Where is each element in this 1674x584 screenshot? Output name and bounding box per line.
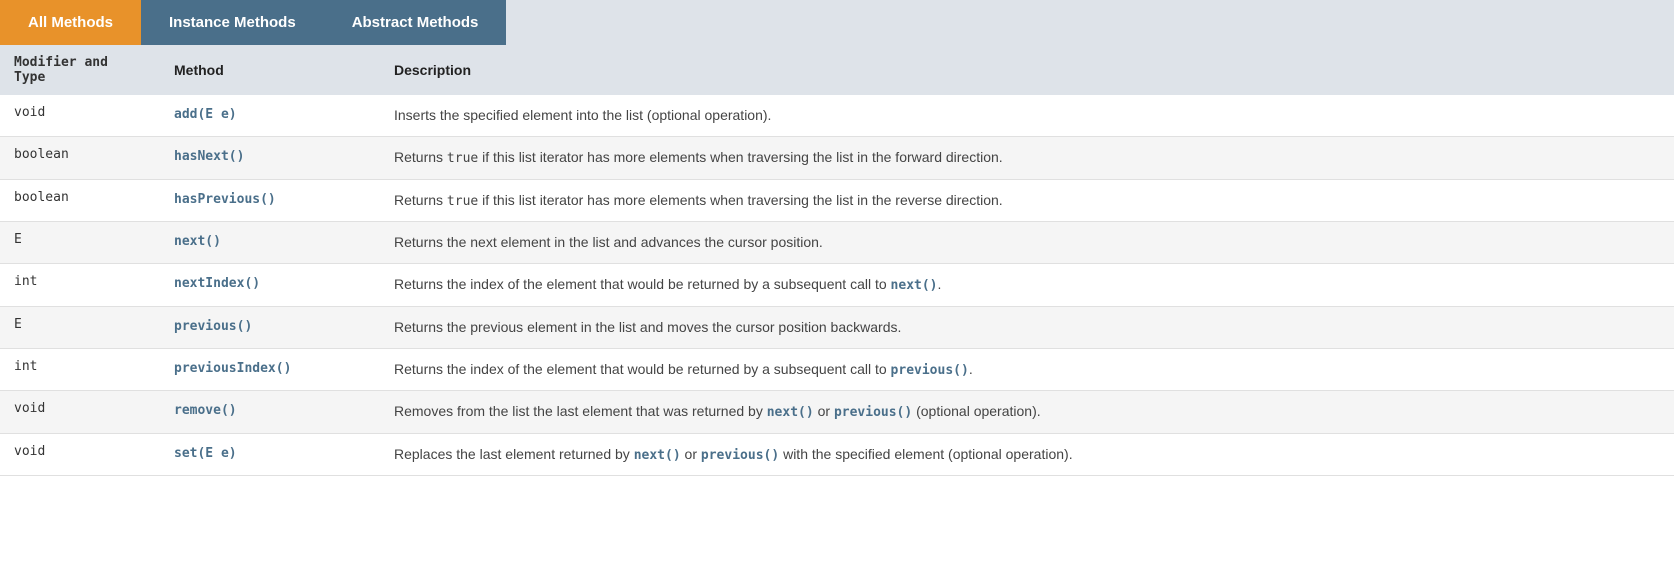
cell-modifier: E (0, 306, 160, 348)
table-row: int nextIndex() Returns the index of the e… (0, 264, 1674, 307)
cell-method[interactable]: add(E e) (160, 95, 380, 137)
table-row: int previousIndex() Returns the index of t… (0, 348, 1674, 391)
table-row: void set(E e) Replaces the last element re… (0, 433, 1674, 476)
cell-method[interactable]: set(E e) (160, 433, 380, 476)
cell-modifier: int (0, 264, 160, 307)
cell-modifier: E (0, 222, 160, 264)
cell-description: Returns the index of the element that wo… (380, 264, 1674, 307)
cell-description: Inserts the specified element into the l… (380, 95, 1674, 137)
ref-next[interactable]: next() (891, 278, 938, 293)
cell-description: Returns the next element in the list and… (380, 222, 1674, 264)
cell-method[interactable]: next() (160, 222, 380, 264)
cell-method[interactable]: nextIndex() (160, 264, 380, 307)
ref-previous[interactable]: previous() (701, 448, 779, 463)
cell-description: Removes from the list the last element t… (380, 391, 1674, 434)
table-row: Eprevious() Returns the previous element … (0, 306, 1674, 348)
method-link[interactable]: nextIndex() (174, 276, 260, 291)
tab-abstract-methods[interactable]: Abstract Methods (324, 0, 507, 45)
cell-modifier: int (0, 348, 160, 391)
ref-previous[interactable]: previous() (891, 363, 969, 378)
method-link[interactable]: set(E e) (174, 446, 237, 461)
header-method: Method (160, 45, 380, 95)
header-modifier: Modifier and Type (0, 45, 160, 95)
cell-method[interactable]: hasNext() (160, 137, 380, 180)
table-row: void add(E e) Inserts the specified elemen… (0, 95, 1674, 137)
inline-code-true: true (447, 194, 478, 209)
tab-instance-methods[interactable]: Instance Methods (141, 0, 324, 45)
method-link[interactable]: previous() (174, 319, 252, 334)
method-link[interactable]: hasNext() (174, 149, 244, 164)
cell-modifier: boolean (0, 137, 160, 180)
cell-modifier: void (0, 391, 160, 434)
table-header-row: Modifier and Type Method Description (0, 45, 1674, 95)
ref-next[interactable]: next() (767, 405, 814, 420)
main-container: All Methods Instance Methods Abstract Me… (0, 0, 1674, 584)
tabs-bar: All Methods Instance Methods Abstract Me… (0, 0, 1674, 45)
cell-method[interactable]: remove() (160, 391, 380, 434)
ref-next[interactable]: next() (634, 448, 681, 463)
method-link[interactable]: add(E e) (174, 107, 237, 122)
cell-description: Returns true if this list iterator has m… (380, 179, 1674, 222)
method-link[interactable]: hasPrevious() (174, 192, 276, 207)
table-row: boolean hasNext() Returns true if this lis… (0, 137, 1674, 180)
header-description: Description (380, 45, 1674, 95)
table-row: boolean hasPrevious() Returns true if this… (0, 179, 1674, 222)
table-row: void remove() Removes from the list the la… (0, 391, 1674, 434)
cell-description: Returns the index of the element that wo… (380, 348, 1674, 391)
cell-modifier: void (0, 95, 160, 137)
cell-method[interactable]: previous() (160, 306, 380, 348)
method-link[interactable]: remove() (174, 403, 237, 418)
cell-method[interactable]: hasPrevious() (160, 179, 380, 222)
cell-description: Replaces the last element returned by ne… (380, 433, 1674, 476)
table-row: Enext() Returns the next element in the l… (0, 222, 1674, 264)
method-link[interactable]: previousIndex() (174, 361, 291, 376)
methods-table: Modifier and Type Method Description voi… (0, 45, 1674, 476)
cell-description: Returns the previous element in the list… (380, 306, 1674, 348)
inline-code-true: true (447, 151, 478, 166)
cell-method[interactable]: previousIndex() (160, 348, 380, 391)
tab-all-methods[interactable]: All Methods (0, 0, 141, 45)
method-link[interactable]: next() (174, 234, 221, 249)
cell-description: Returns true if this list iterator has m… (380, 137, 1674, 180)
cell-modifier: boolean (0, 179, 160, 222)
cell-modifier: void (0, 433, 160, 476)
ref-previous[interactable]: previous() (834, 405, 912, 420)
